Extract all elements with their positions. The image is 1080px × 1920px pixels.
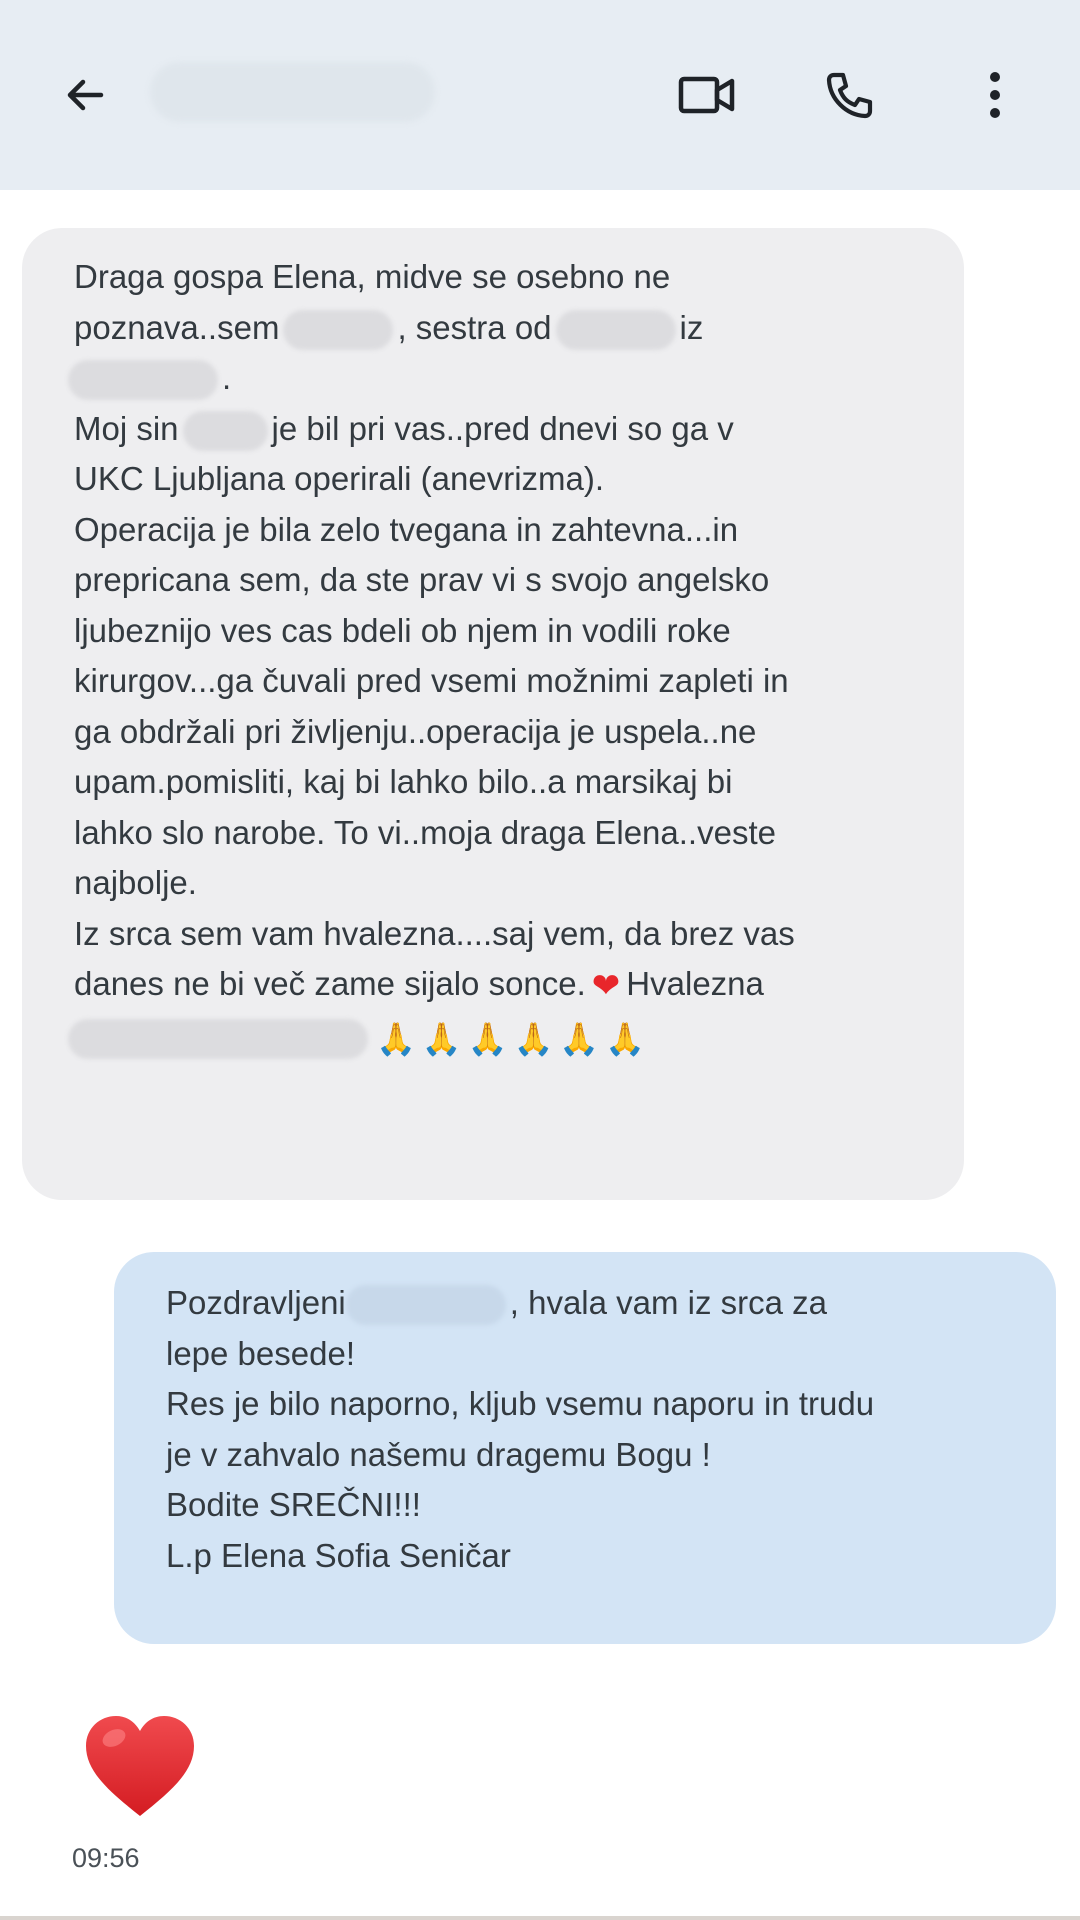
message-line: ga obdržali pri življenju..operacija je …	[74, 712, 757, 750]
arrow-left-icon	[67, 79, 104, 111]
message-line: kirurgov...ga čuvali pred vsemi možnimi …	[74, 662, 789, 699]
redacted-name	[283, 309, 394, 350]
more-vertical-icon	[990, 72, 1000, 118]
bottom-divider	[0, 1916, 1080, 1920]
call-button[interactable]	[810, 55, 890, 135]
message-text: Moj sin	[74, 409, 179, 447]
message-line: Operacija je bila zelo tvegana in zahtev…	[74, 510, 739, 548]
message-timestamp: 09:56	[72, 1843, 140, 1873]
message-line: ljubeznijo ves cas bdeli ob njem in vodi…	[74, 611, 731, 649]
heart-emoji: ❤	[591, 967, 621, 1006]
video-call-icon	[678, 76, 735, 114]
message-line: poznava..sem , sestra od iz	[74, 303, 924, 354]
top-app-bar	[0, 0, 1080, 190]
contact-name[interactable]	[150, 62, 435, 122]
message-line: prepricana sem, da ste prav vi s svojo a…	[74, 561, 770, 598]
message-line: Res je bilo naporno, kljub vsemu naporu …	[166, 1385, 875, 1422]
message-line: je v zahvalo našemu dragemu Bogu !	[166, 1435, 711, 1473]
heart-reaction[interactable]	[80, 1712, 200, 1822]
phone-icon	[826, 72, 873, 119]
message-text: , sestra od	[397, 308, 552, 346]
heart-icon	[86, 1716, 194, 1816]
conversation-screen: Draga gospa Elena, midve se osebno ne po…	[0, 0, 1080, 1920]
message-line: .	[68, 353, 924, 404]
message-line: Draga gospa Elena, midve se osebno ne	[74, 258, 671, 295]
incoming-message-bubble[interactable]: Draga gospa Elena, midve se osebno ne po…	[22, 228, 964, 1200]
message-text: danes ne bi več zame sijalo sonce.	[74, 965, 586, 1002]
message-text: Hvalezna	[626, 965, 764, 1002]
message-line: lepe besede!	[166, 1334, 355, 1372]
redacted-place	[68, 360, 218, 401]
message-text: je bil pri vas..pred dnevi so ga v	[271, 409, 734, 447]
outgoing-message-bubble[interactable]: Pozdravljeni , hvala vam iz srca za lepe …	[114, 1252, 1056, 1644]
message-line: Moj sin je bil pri vas..pred dnevi so ga …	[74, 404, 924, 455]
redacted-name	[345, 1285, 506, 1326]
redacted-signature	[68, 1018, 368, 1059]
message-text: poznava..sem	[74, 308, 280, 346]
message-line: danes ne bi več zame sijalo sonce. ❤ Hvale…	[74, 959, 924, 1012]
message-line: najbolje.	[74, 864, 197, 901]
message-line: Bodite SREČNI!!!	[166, 1486, 421, 1523]
video-call-button[interactable]	[667, 55, 747, 135]
redacted-name	[182, 410, 268, 451]
redacted-name	[555, 309, 676, 350]
message-text: Pozdravljeni	[166, 1284, 346, 1321]
message-line: L.p Elena Sofia Seničar	[166, 1536, 511, 1574]
message-line: Pozdravljeni , hvala vam iz srca za	[166, 1278, 1016, 1329]
message-line: UKC Ljubljana operirali (anevrizma).	[74, 460, 605, 497]
message-text: , hvala vam iz srca za	[509, 1284, 828, 1321]
more-options-button[interactable]	[955, 55, 1035, 135]
message-line: Iz srca sem vam hvalezna....saj vem, da …	[74, 914, 795, 952]
message-text: .	[222, 359, 232, 396]
message-line: upam.pomisliti, kaj bi lahko bilo..a mar…	[74, 763, 733, 800]
message-text: iz	[679, 308, 704, 346]
back-button[interactable]	[45, 55, 125, 135]
message-line: lahko slo narobe. To vi..moja draga Elen…	[74, 813, 776, 851]
message-line: 🙏🙏🙏🙏🙏🙏	[68, 1012, 924, 1065]
praying-hands-emoji: 🙏🙏🙏🙏🙏🙏	[376, 1020, 652, 1057]
